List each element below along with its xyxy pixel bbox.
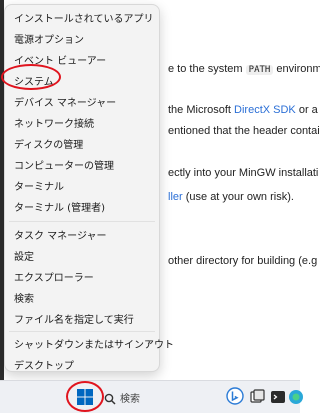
annotation-circle-system [1, 64, 61, 90]
menu-item-explorer[interactable]: エクスプローラー [5, 266, 159, 287]
menu-divider [9, 221, 155, 222]
doc-line: the Microsoft DirectX SDK or a [168, 104, 318, 116]
browser-icon[interactable] [288, 389, 304, 405]
inline-code: PATH [245, 65, 274, 75]
task-view-icon[interactable] [250, 389, 266, 405]
doc-line: ller (use at your own risk). [168, 191, 294, 203]
menu-item-task-manager[interactable]: タスク マネージャー [5, 224, 159, 245]
taskbar: 検索 [0, 380, 303, 413]
doc-line: ectly into your MinGW installati [168, 167, 319, 179]
menu-item-disk-management[interactable]: ディスクの管理 [5, 133, 159, 154]
menu-item-device-manager[interactable]: デバイス マネージャー [5, 91, 159, 112]
installer-link[interactable]: ller [168, 191, 183, 203]
doc-text: e to the system [168, 63, 243, 75]
menu-item-desktop[interactable]: デスクトップ [5, 354, 159, 375]
annotation-circle-start [66, 381, 104, 412]
directx-sdk-link[interactable]: DirectX SDK [234, 104, 296, 116]
doc-text: (use at your own risk). [185, 191, 294, 203]
menu-item-terminal[interactable]: ターミナル [5, 175, 159, 196]
doc-text: the Microsoft [168, 104, 231, 116]
menu-item-computer-management[interactable]: コンピューターの管理 [5, 154, 159, 175]
menu-item-terminal-admin[interactable]: ターミナル (管理者) [5, 196, 159, 217]
doc-text: or a [298, 104, 318, 116]
taskbar-search-label[interactable]: 検索 [120, 390, 140, 405]
menu-item-network-connections[interactable]: ネットワーク接続 [5, 112, 159, 133]
chevron-right-icon: › [147, 337, 151, 348]
menu-item-settings[interactable]: 設定 [5, 245, 159, 266]
search-icon[interactable] [104, 390, 116, 405]
doc-text: environme [276, 63, 320, 75]
menu-item-power-options[interactable]: 電源オプション [5, 28, 159, 49]
menu-item-shutdown-signout[interactable]: シャットダウンまたはサインアウト › [5, 333, 174, 354]
menu-item-run[interactable]: ファイル名を指定して実行 [5, 308, 159, 329]
bing-icon[interactable] [226, 387, 244, 405]
doc-line: e to the system PATH environme [168, 63, 320, 75]
menu-item-installed-apps[interactable]: インストールされているアプリ [5, 7, 159, 28]
menu-item-search[interactable]: 検索 [5, 287, 159, 308]
doc-line: other directory for building (e.g [168, 255, 318, 267]
terminal-icon[interactable] [270, 389, 286, 405]
doc-line: entioned that the header contain [168, 125, 320, 137]
start-context-menu: インストールされているアプリ 電源オプション イベント ビューアー システム デ… [4, 4, 174, 375]
menu-divider [9, 331, 155, 332]
